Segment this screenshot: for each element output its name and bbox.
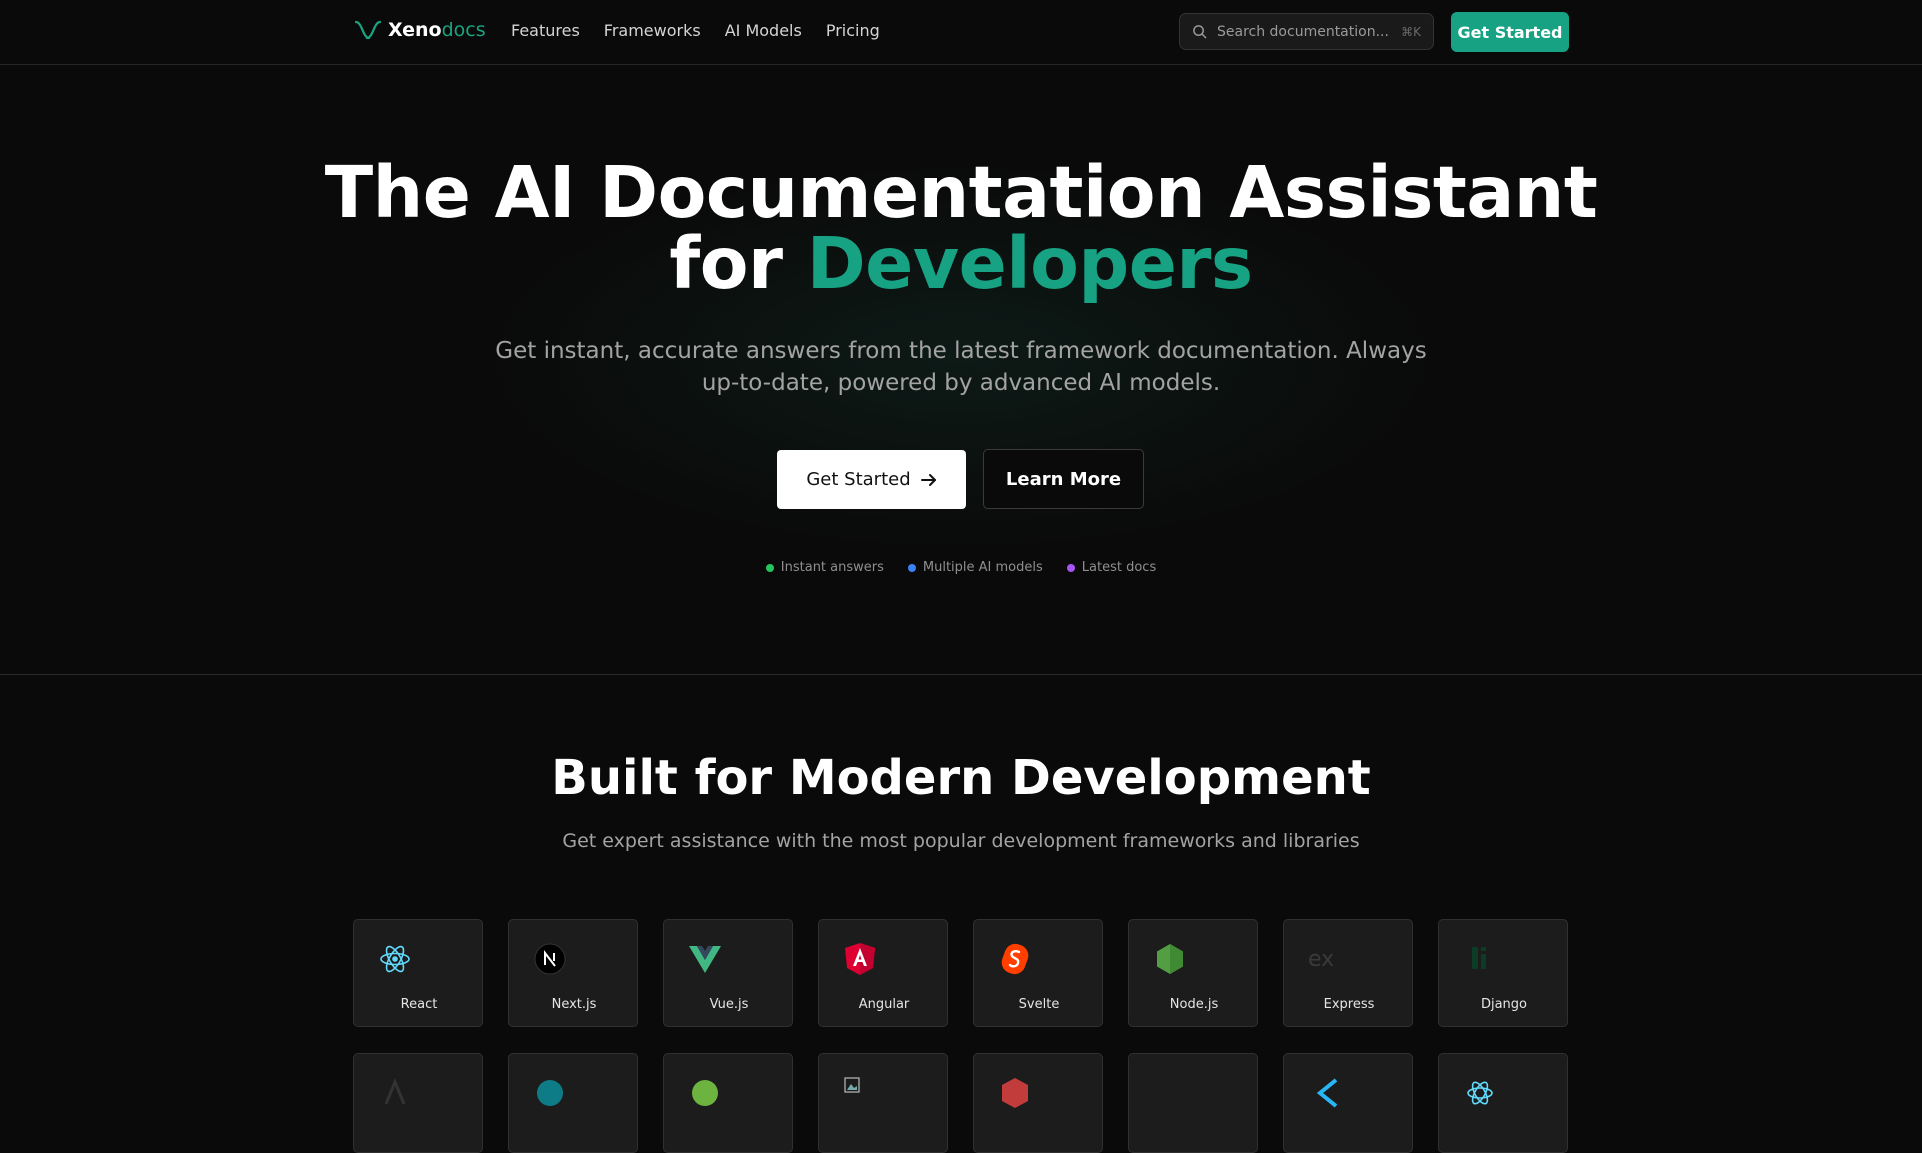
search-shortcut: ⌘K bbox=[1401, 24, 1421, 39]
vue-icon bbox=[689, 946, 721, 973]
framework-card[interactable] bbox=[818, 1053, 948, 1153]
feature-instant-answers: Instant answers bbox=[765, 560, 884, 575]
broken-image-icon bbox=[844, 1077, 860, 1093]
search-icon bbox=[1193, 25, 1207, 39]
learn-more-button[interactable]: Learn More bbox=[983, 449, 1144, 509]
framework-card-nodejs[interactable]: Node.js bbox=[1128, 919, 1258, 1027]
nav-links: Features Frameworks AI Models Pricing bbox=[511, 21, 880, 40]
nav-link-pricing[interactable]: Pricing bbox=[826, 21, 880, 40]
framework-card[interactable] bbox=[1438, 1053, 1568, 1153]
nav-link-ai-models[interactable]: AI Models bbox=[725, 21, 802, 40]
nodejs-icon bbox=[1157, 944, 1183, 974]
logo-text: Xenodocs bbox=[388, 19, 486, 41]
hero-title: The AI Documentation Assistant for Devel… bbox=[324, 151, 1598, 305]
nextjs-icon bbox=[534, 943, 566, 975]
get-started-button[interactable]: Get Started bbox=[777, 450, 966, 509]
nav-link-frameworks[interactable]: Frameworks bbox=[604, 21, 701, 40]
framework-card[interactable] bbox=[1283, 1053, 1413, 1153]
framework-icon bbox=[384, 1078, 406, 1105]
framework-label: Angular bbox=[858, 997, 910, 1012]
framework-card-vue[interactable]: Vue.js bbox=[663, 919, 793, 1027]
django-icon bbox=[1472, 947, 1486, 969]
framework-card-angular[interactable]: Angular bbox=[818, 919, 948, 1027]
xenodocs-logo-icon bbox=[354, 20, 382, 40]
framework-icon bbox=[537, 1080, 563, 1106]
hero-section: The AI Documentation Assistant for Devel… bbox=[0, 65, 1922, 675]
framework-card-nextjs[interactable]: Next.js bbox=[508, 919, 638, 1027]
arrow-right-icon bbox=[920, 473, 936, 486]
status-dot-icon bbox=[907, 563, 916, 572]
hero-title-accent: Developers bbox=[806, 222, 1253, 305]
framework-icon bbox=[692, 1080, 718, 1106]
top-nav: Xenodocs Features Frameworks AI Models P… bbox=[0, 0, 1922, 65]
framework-icon bbox=[1002, 1078, 1028, 1108]
express-icon: ex bbox=[1308, 947, 1334, 972]
framework-card[interactable] bbox=[1128, 1053, 1258, 1153]
framework-card[interactable] bbox=[663, 1053, 793, 1153]
svg-text:ex: ex bbox=[1308, 947, 1334, 972]
framework-card[interactable] bbox=[973, 1053, 1103, 1153]
feature-multiple-ai-models: Multiple AI models bbox=[907, 560, 1043, 575]
framework-card-express[interactable]: ex Express bbox=[1283, 919, 1413, 1027]
framework-card-svelte[interactable]: Svelte bbox=[973, 919, 1103, 1027]
search-placeholder: Search documentation... bbox=[1217, 23, 1389, 40]
search-input[interactable]: Search documentation... ⌘K bbox=[1179, 13, 1434, 50]
nav-get-started-button[interactable]: Get Started bbox=[1451, 12, 1569, 52]
framework-label: Django bbox=[1480, 997, 1528, 1012]
frameworks-title: Built for Modern Development bbox=[551, 750, 1371, 806]
framework-label: React bbox=[400, 997, 438, 1012]
framework-label: Svelte bbox=[1018, 997, 1060, 1012]
framework-label: Express bbox=[1323, 997, 1375, 1012]
framework-label: Vue.js bbox=[709, 997, 749, 1012]
logo[interactable]: Xenodocs bbox=[354, 19, 486, 41]
svelte-icon bbox=[1001, 943, 1029, 975]
framework-icon bbox=[1316, 1078, 1338, 1108]
hero-subtitle: Get instant, accurate answers from the l… bbox=[495, 338, 1427, 396]
framework-label: Next.js bbox=[551, 997, 597, 1012]
feature-latest-docs: Latest docs bbox=[1066, 560, 1156, 575]
feature-highlights: Instant answers Multiple AI models Lates… bbox=[0, 560, 1922, 575]
angular-icon bbox=[845, 943, 875, 975]
frameworks-subtitle: Get expert assistance with the most popu… bbox=[562, 830, 1360, 852]
react-icon bbox=[380, 945, 410, 973]
framework-icon bbox=[1467, 1081, 1493, 1105]
nav-link-features[interactable]: Features bbox=[511, 21, 580, 40]
status-dot-icon bbox=[765, 563, 774, 572]
framework-card-react[interactable]: React bbox=[353, 919, 483, 1027]
framework-label: Node.js bbox=[1169, 997, 1219, 1012]
status-dot-icon bbox=[1066, 563, 1075, 572]
framework-card[interactable] bbox=[508, 1053, 638, 1153]
framework-card-django[interactable]: Django bbox=[1438, 919, 1568, 1027]
framework-card[interactable] bbox=[353, 1053, 483, 1153]
